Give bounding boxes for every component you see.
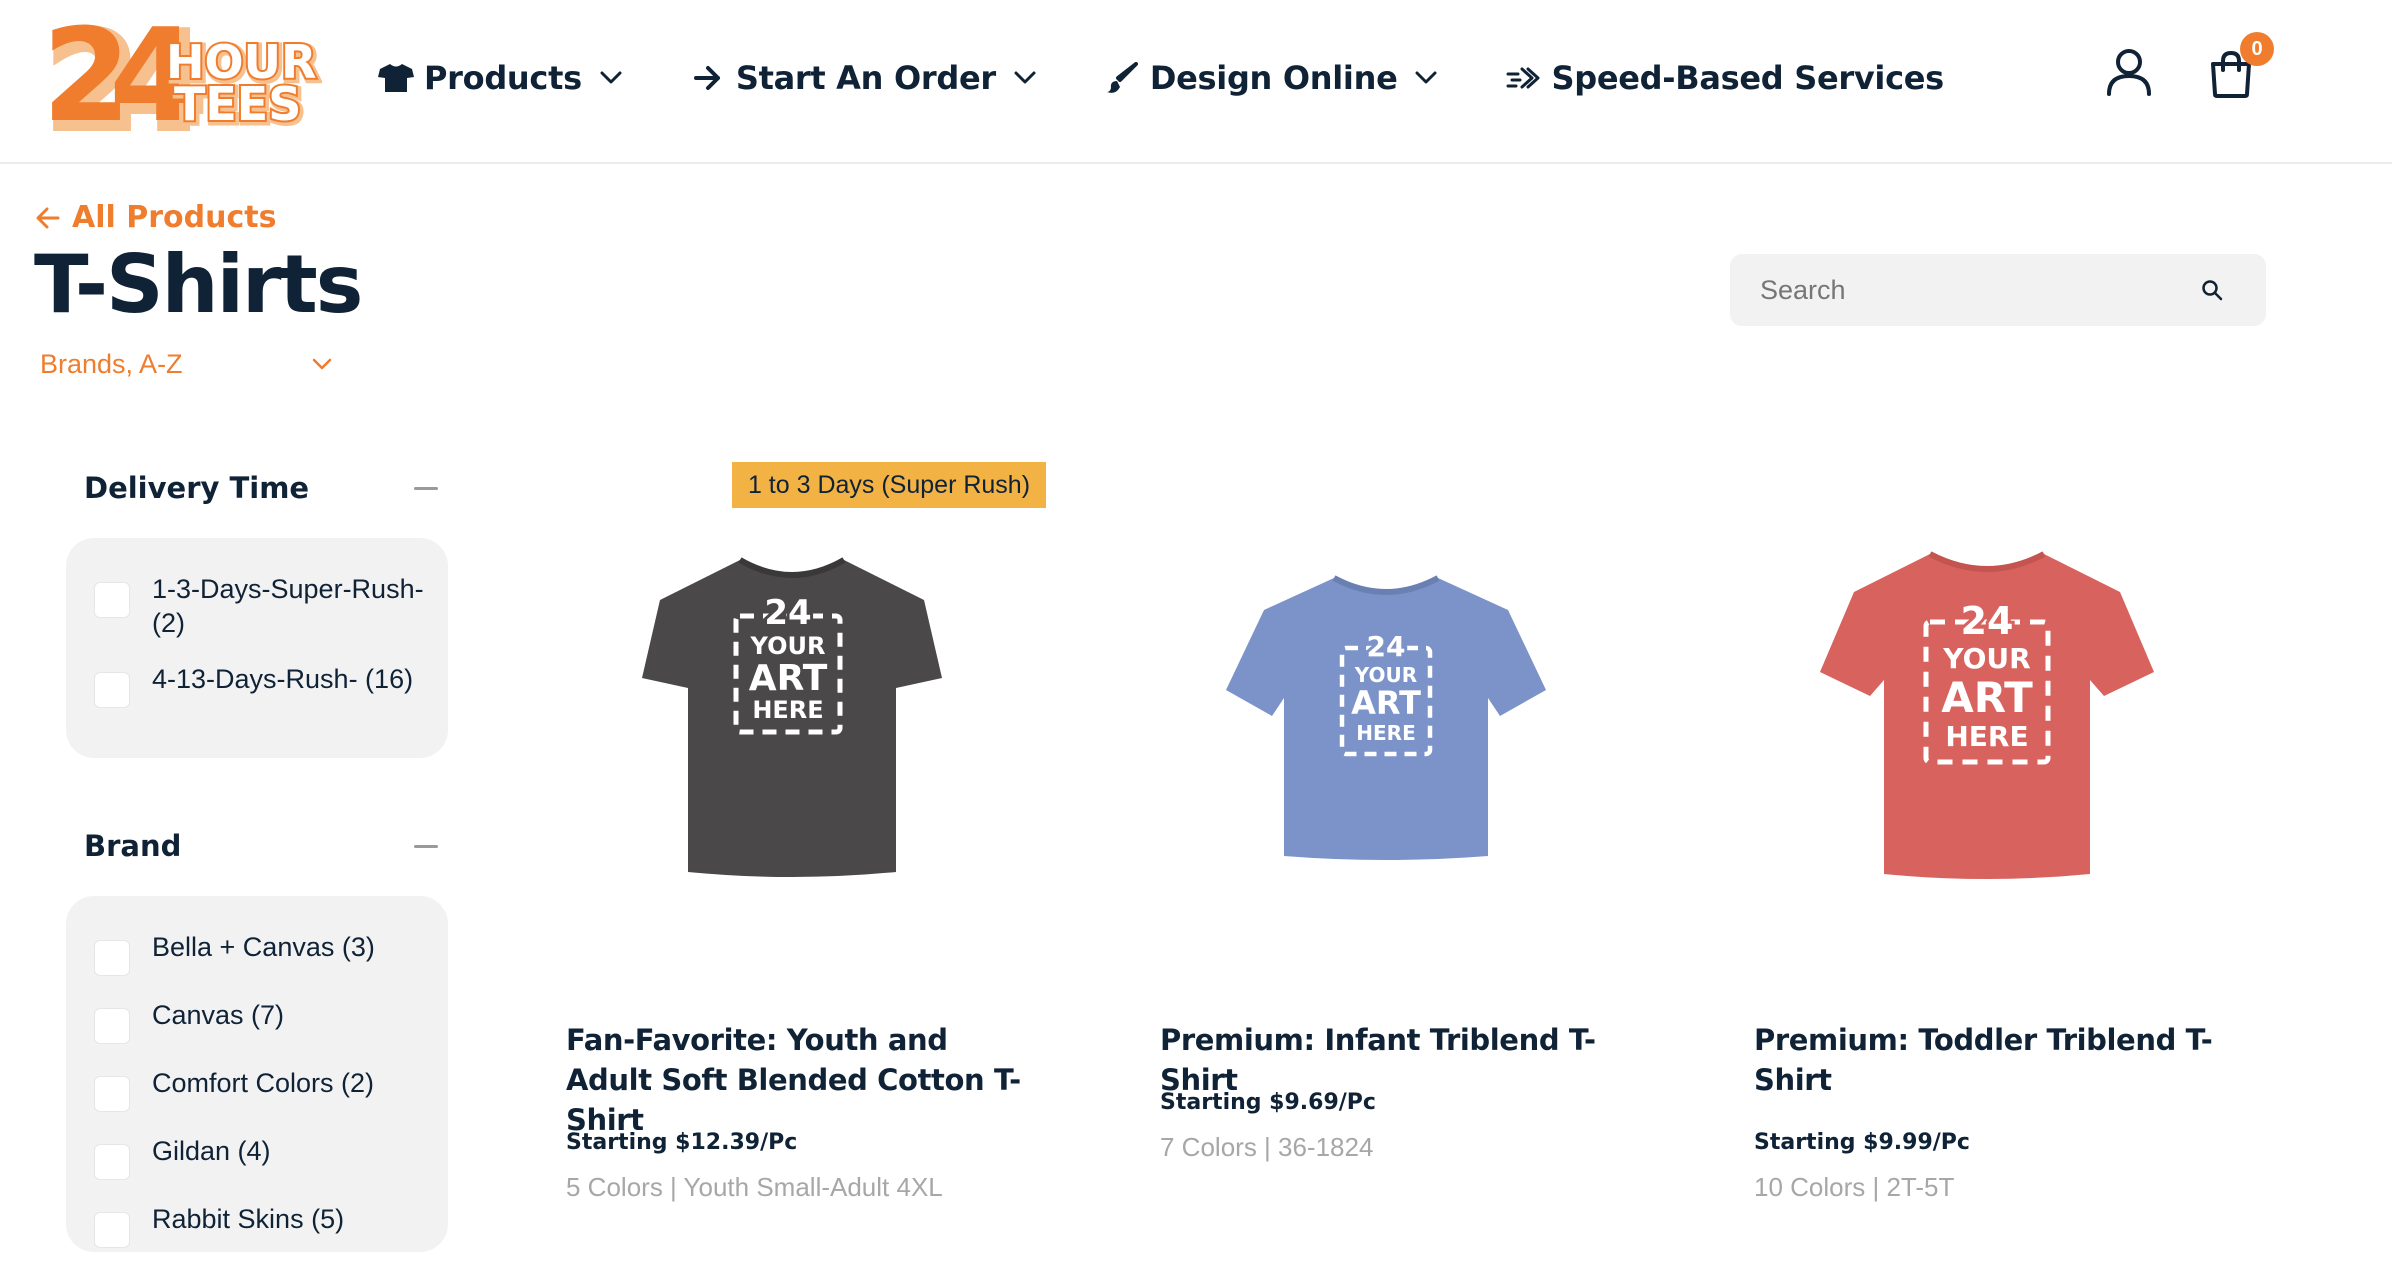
checkbox[interactable]	[94, 582, 130, 618]
filter-option[interactable]: 4-13-Days-Rush- (16)	[94, 662, 448, 708]
product-meta: 10 Colors | 2T-5T	[1754, 1172, 1955, 1202]
back-to-all-products-link[interactable]: All Products	[36, 200, 276, 235]
product-card[interactable]: 24 YOUR ART HERE Fan-Favorite: Youth and…	[566, 460, 1086, 1240]
product-price: Starting $9.69/Pc	[1160, 1090, 1376, 1115]
page-title: T-Shirts	[34, 238, 363, 331]
checkbox[interactable]	[94, 1076, 130, 1112]
filter-option[interactable]: Rabbit Skins (5)	[94, 1202, 448, 1248]
product-image-tshirt: 24 YOUR ART HERE	[642, 557, 942, 877]
nav-design-online[interactable]: Design Online	[1102, 59, 1440, 97]
art-text-line2: ART	[749, 658, 828, 699]
checkbox[interactable]	[94, 1212, 130, 1248]
checkbox[interactable]	[94, 1008, 130, 1044]
filter-option[interactable]: Gildan (4)	[94, 1134, 448, 1180]
sort-dropdown[interactable]: Brands, A-Z	[40, 344, 332, 384]
art-text-line3: HERE	[1356, 721, 1415, 745]
search-icon[interactable]	[2192, 270, 2232, 310]
product-image-tshirt: 24 YOUR ART HERE	[1820, 551, 2154, 879]
search-box	[1730, 254, 2266, 326]
product-card[interactable]: 24 YOUR ART HERE Premium: Toddler Trible…	[1754, 460, 2274, 1240]
product-title[interactable]: Premium: Infant Triblend T-Shirt	[1160, 1020, 1630, 1100]
product-image-tshirt: 24 YOUR ART HERE	[1226, 575, 1546, 860]
arrow-left-icon	[36, 207, 60, 228]
art-text-line3: HERE	[752, 696, 823, 724]
main-nav: Products Start An Order Design Online Sp…	[376, 50, 2008, 106]
logo-word-tees: TEES	[174, 77, 301, 131]
filter-option-label: Gildan (4)	[152, 1136, 271, 1166]
checkbox[interactable]	[94, 940, 130, 976]
fast-forward-icon	[1503, 60, 1543, 96]
back-link-label: All Products	[72, 200, 277, 235]
art-text-line3: HERE	[1945, 720, 2028, 753]
chevron-down-icon	[1012, 65, 1038, 91]
product-price: Starting $9.99/Pc	[1754, 1130, 1970, 1155]
nav-products[interactable]: Products	[376, 59, 624, 97]
paintbrush-icon	[1102, 60, 1142, 96]
collapse-minus-icon[interactable]	[414, 844, 438, 848]
product-price: Starting $12.39/Pc	[566, 1130, 798, 1155]
chevron-down-icon	[598, 65, 624, 91]
cart-count-badge: 0	[2240, 32, 2274, 66]
filter-delivery-time-title: Delivery Time	[84, 471, 310, 505]
user-icon[interactable]	[2106, 48, 2152, 101]
nav-products-label: Products	[424, 59, 582, 97]
filter-delivery-time-panel: 1-3-Days-Super-Rush- (2) 4-13-Days-Rush-…	[66, 538, 448, 758]
product-meta: 7 Colors | 36-1824	[1160, 1132, 1374, 1162]
product-title[interactable]: Premium: Toddler Triblend T-Shirt	[1754, 1020, 2224, 1100]
filter-brand-title: Brand	[84, 829, 182, 863]
filter-option-label: Rabbit Skins (5)	[152, 1204, 345, 1234]
chevron-down-icon	[312, 358, 332, 370]
nav-start-order[interactable]: Start An Order	[688, 59, 1038, 97]
art-text-line2: ART	[1351, 684, 1421, 722]
art-text-line1: YOUR	[1942, 642, 2030, 675]
site-header: 24 24 HOUR HOUR TEES TEES Products Start…	[0, 0, 2392, 164]
filter-option-label: Canvas (7)	[152, 1000, 285, 1030]
arrow-right-icon	[688, 60, 728, 96]
product-card[interactable]: 24 YOUR ART HERE Premium: Infant Triblen…	[1160, 460, 1680, 1240]
site-logo[interactable]: 24 24 HOUR HOUR TEES TEES	[42, 8, 322, 144]
filter-option-label: 1-3-Days-Super-Rush- (2)	[152, 574, 424, 638]
checkbox[interactable]	[94, 1144, 130, 1180]
checkbox[interactable]	[94, 672, 130, 708]
filter-option[interactable]: Canvas (7)	[94, 998, 448, 1044]
collapse-minus-icon[interactable]	[414, 486, 438, 490]
search-input[interactable]	[1730, 254, 2192, 326]
product-meta: 5 Colors | Youth Small-Adult 4XL	[566, 1172, 943, 1202]
sort-value: Brands, A-Z	[40, 348, 183, 379]
tshirt-icon	[376, 60, 416, 96]
filter-option-label: Comfort Colors (2)	[152, 1068, 375, 1098]
filter-brand-header[interactable]: Brand	[84, 824, 444, 868]
filter-option-label: Bella + Canvas (3)	[152, 932, 375, 962]
nav-speed-services-label: Speed-Based Services	[1551, 59, 1944, 97]
filter-option[interactable]: 1-3-Days-Super-Rush- (2)	[94, 572, 448, 640]
art-text-line2: ART	[1941, 673, 2033, 722]
filter-delivery-time-header[interactable]: Delivery Time	[84, 466, 444, 510]
art-text-line1: YOUR	[750, 632, 826, 660]
art-logo: 24	[1961, 599, 2014, 643]
product-title[interactable]: Fan-Favorite: Youth and Adult Soft Blend…	[566, 1020, 1036, 1140]
nav-start-order-label: Start An Order	[735, 59, 996, 97]
filter-option[interactable]: Comfort Colors (2)	[94, 1066, 448, 1112]
filter-option[interactable]: Bella + Canvas (3)	[94, 930, 448, 976]
filter-brand-panel: Bella + Canvas (3) Canvas (7) Comfort Co…	[66, 896, 448, 1252]
nav-design-online-label: Design Online	[1149, 59, 1398, 97]
art-logo: 24	[764, 593, 811, 633]
filter-option-label: 4-13-Days-Rush- (16)	[152, 664, 414, 694]
nav-speed-services[interactable]: Speed-Based Services	[1503, 59, 1944, 97]
art-logo: 24	[1367, 630, 1406, 663]
chevron-down-icon	[1413, 65, 1439, 91]
